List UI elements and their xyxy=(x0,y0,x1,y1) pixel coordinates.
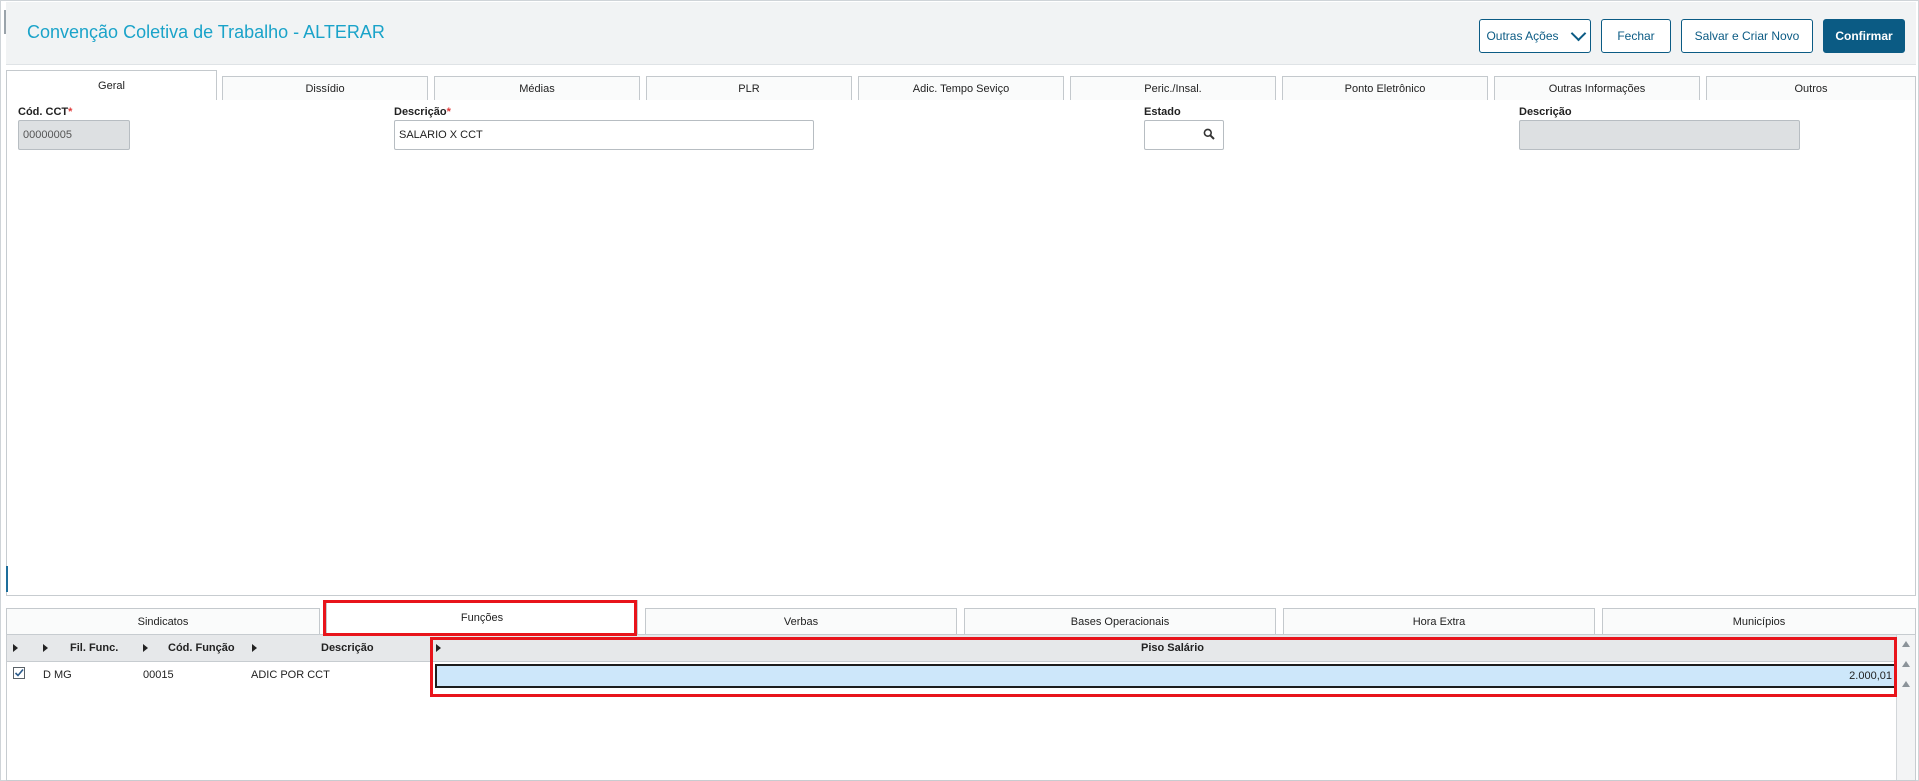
scroll-up-icon[interactable] xyxy=(1902,681,1910,687)
page-title: Convenção Coletiva de Trabalho - ALTERAR xyxy=(27,22,385,42)
col-header-cod-funcao[interactable]: Cód. Função xyxy=(143,635,235,661)
close-button[interactable]: Fechar xyxy=(1601,19,1671,53)
tab-sindicatos[interactable]: Sindicatos xyxy=(6,608,320,634)
row-marker-header xyxy=(13,635,18,661)
piso-salario-value: 2.000,01 xyxy=(1849,670,1892,682)
confirm-button[interactable]: Confirmar xyxy=(1823,19,1905,53)
tab-medias[interactable]: Médias xyxy=(434,76,640,100)
tab-plr[interactable]: PLR xyxy=(646,76,852,100)
estado-label: Estado xyxy=(1144,106,1181,118)
descricao-label: Descrição* xyxy=(394,106,451,118)
grid-header: Fil. Func. Cód. Função Descrição Piso Sa… xyxy=(7,635,1897,662)
top-tab-bar: Geral Dissídio Médias PLR Adic. Tempo Se… xyxy=(6,70,1916,101)
row-checkbox[interactable] xyxy=(13,667,25,682)
tab-municipios[interactable]: Municípios xyxy=(1602,608,1916,634)
tab-outros[interactable]: Outros xyxy=(1706,76,1916,100)
cod-cct-label: Cód. CCT* xyxy=(18,106,73,118)
descricao-estado-field xyxy=(1519,120,1800,150)
triangle-right-icon xyxy=(252,644,257,652)
tab-verbas[interactable]: Verbas xyxy=(645,608,957,634)
col-header-fil-func[interactable]: Fil. Func. xyxy=(43,635,118,661)
cell-fil-func[interactable]: D MG xyxy=(43,669,72,681)
triangle-right-icon xyxy=(43,644,48,652)
scroll-up-icon[interactable] xyxy=(1902,641,1910,647)
cell-piso-salario[interactable]: 2.000,01 xyxy=(435,664,1898,688)
estado-field[interactable] xyxy=(1144,120,1224,150)
tab-hora-extra[interactable]: Hora Extra xyxy=(1283,608,1595,634)
cell-descricao[interactable]: ADIC POR CCT xyxy=(251,669,330,681)
col-header-piso-salario[interactable]: Piso Salário xyxy=(436,635,1898,661)
tab-bases-operacionais[interactable]: Bases Operacionais xyxy=(964,608,1276,634)
search-icon[interactable] xyxy=(1203,128,1215,140)
descricao-estado-label: Descrição xyxy=(1519,106,1572,118)
tab-funcoes[interactable]: Funções xyxy=(326,600,638,634)
triangle-right-icon xyxy=(143,644,148,652)
tab-outras-informacoes[interactable]: Outras Informações xyxy=(1494,76,1700,100)
triangle-right-icon xyxy=(13,644,18,652)
chevron-down-icon xyxy=(1570,25,1586,42)
funcoes-grid: Fil. Func. Cód. Função Descrição Piso Sa… xyxy=(6,634,1916,781)
descricao-field[interactable]: SALARIO X CCT xyxy=(394,120,814,150)
bottom-tab-bar: Sindicatos Funções Verbas Bases Operacio… xyxy=(6,600,1916,634)
triangle-right-icon xyxy=(436,644,441,652)
panel-marker xyxy=(6,566,8,592)
scroll-up-icon[interactable] xyxy=(1902,661,1910,667)
tab-ponto-eletronico[interactable]: Ponto Eletrônico xyxy=(1282,76,1488,100)
header-bar: Convenção Coletiva de Trabalho - ALTERAR… xyxy=(6,2,1916,65)
checkbox-checked-icon xyxy=(13,667,25,679)
cell-cod-funcao[interactable]: 00015 xyxy=(143,669,174,681)
other-actions-label: Outras Ações xyxy=(1486,29,1559,43)
grid-vertical-scrollbar[interactable] xyxy=(1896,635,1915,780)
col-header-descricao[interactable]: Descrição xyxy=(252,635,374,661)
tab-peric-insal[interactable]: Peric./Insal. xyxy=(1070,76,1276,100)
tab-geral[interactable]: Geral xyxy=(6,70,217,101)
tab-dissidio[interactable]: Dissídio xyxy=(222,76,428,100)
form-panel: Cód. CCT* 00000005 Descrição* SALARIO X … xyxy=(6,100,1916,596)
tab-adic-tempo-servico[interactable]: Adic. Tempo Seviço xyxy=(858,76,1064,100)
other-actions-button[interactable]: Outras Ações xyxy=(1479,19,1591,53)
cod-cct-field: 00000005 xyxy=(18,120,130,150)
save-and-create-new-button[interactable]: Salvar e Criar Novo xyxy=(1681,19,1813,53)
